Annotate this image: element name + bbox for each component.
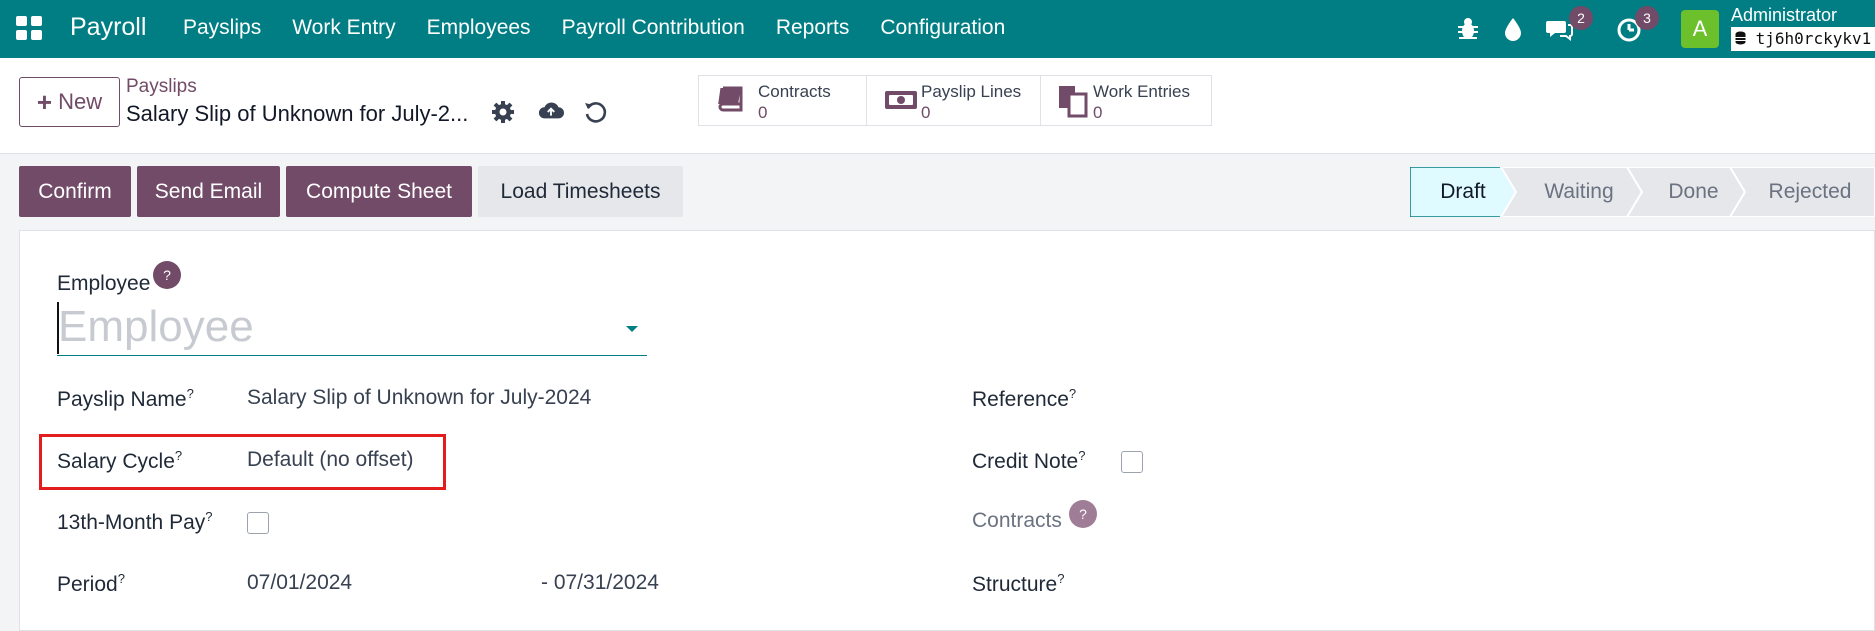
status-rejected[interactable]: Rejected: [1745, 167, 1875, 217]
period-label-text: Period: [57, 573, 118, 596]
confirm-button[interactable]: Confirm: [19, 166, 131, 217]
period-to-field[interactable]: - 07/31/2024: [541, 571, 659, 595]
database-icon: [1735, 31, 1746, 45]
compute-sheet-button[interactable]: Compute Sheet: [286, 166, 472, 217]
salary-cycle-label: Salary Cycle?: [57, 448, 182, 474]
reference-label: Reference?: [972, 386, 1076, 412]
work-entries-count: 0: [1093, 103, 1103, 122]
database-label: tj6h0rckykv1: [1755, 29, 1872, 48]
send-email-button[interactable]: Send Email: [137, 166, 280, 217]
credit-note-label: Credit Note?: [972, 448, 1085, 474]
action-bar: Confirm Send Email Compute Sheet Load Ti…: [0, 155, 1875, 230]
menu-payslips[interactable]: Payslips: [183, 16, 261, 40]
plus-icon: +: [36, 86, 53, 117]
new-button[interactable]: + New: [19, 77, 120, 127]
period-label: Period?: [57, 571, 125, 597]
payslip-name-help[interactable]: ?: [187, 386, 194, 401]
payslip-name-label: Payslip Name?: [57, 386, 194, 412]
payslip-lines-smart-button[interactable]: Payslip Lines 0: [867, 76, 1041, 125]
contracts-count: 0: [758, 103, 768, 122]
status-bar: Draft Waiting Done Rejected: [1410, 167, 1875, 217]
user-name[interactable]: Administrator: [1731, 5, 1837, 26]
breadcrumb[interactable]: Payslips: [126, 76, 197, 98]
main-menu: Payslips Work Entry Employees Payroll Co…: [183, 16, 1036, 40]
form-sheet: Employee ? Employee Payslip Name? Salary…: [19, 230, 1875, 631]
contracts-field-label: Contracts: [972, 509, 1062, 532]
period-help[interactable]: ?: [118, 571, 125, 586]
control-panel: + New Payslips Salary Slip of Unknown for…: [0, 58, 1875, 154]
payslip-lines-label: Payslip Lines: [921, 82, 1022, 101]
messages-badge: 2: [1569, 6, 1593, 30]
money-icon: [885, 91, 917, 109]
employee-label: Employee: [57, 272, 151, 295]
credit-note-label-text: Credit Note: [972, 450, 1079, 473]
gear-icon[interactable]: [490, 99, 516, 125]
droplet-icon[interactable]: [1499, 15, 1527, 43]
menu-work-entry[interactable]: Work Entry: [292, 16, 395, 40]
structure-label-text: Structure: [972, 573, 1058, 596]
employee-placeholder: Employee: [58, 302, 254, 351]
structure-help[interactable]: ?: [1057, 571, 1064, 586]
database-name: tj6h0rckykv1: [1731, 27, 1875, 51]
structure-label: Structure?: [972, 571, 1064, 597]
copy-icon: [1059, 86, 1088, 118]
reference-label-text: Reference: [972, 388, 1069, 411]
status-waiting[interactable]: Waiting: [1516, 167, 1642, 217]
work-entries-smart-button[interactable]: Work Entries 0: [1041, 76, 1211, 125]
thirteenth-month-label-text: 13th-Month Pay: [57, 511, 206, 534]
payslip-lines-count: 0: [921, 103, 931, 122]
menu-configuration[interactable]: Configuration: [880, 16, 1005, 40]
reference-help[interactable]: ?: [1069, 386, 1076, 401]
book-icon: [718, 86, 743, 112]
top-navbar: Payroll Payslips Work Entry Employees Pa…: [0, 0, 1875, 58]
contracts-label: Contracts: [758, 82, 831, 101]
smart-buttons: Contracts 0 Payslip Lines 0 Work Entries…: [698, 75, 1212, 126]
work-entries-label: Work Entries: [1093, 82, 1190, 101]
thirteenth-month-label: 13th-Month Pay?: [57, 509, 213, 535]
new-label: New: [58, 89, 103, 114]
avatar[interactable]: A: [1681, 10, 1719, 48]
menu-reports[interactable]: Reports: [776, 16, 850, 40]
menu-employees[interactable]: Employees: [427, 16, 531, 40]
credit-note-checkbox[interactable]: [1121, 451, 1143, 473]
employee-input[interactable]: Employee: [57, 300, 647, 356]
thirteenth-month-help[interactable]: ?: [205, 509, 212, 524]
payslip-name-label-text: Payslip Name: [57, 388, 187, 411]
discard-icon[interactable]: [582, 99, 608, 125]
contracts-smart-button[interactable]: Contracts 0: [699, 76, 867, 125]
credit-note-help[interactable]: ?: [1078, 448, 1085, 463]
period-from-field[interactable]: 07/01/2024: [247, 571, 352, 595]
activities-badge: 3: [1635, 6, 1659, 30]
apps-menu-icon[interactable]: [16, 16, 42, 40]
thirteenth-month-checkbox[interactable]: [247, 512, 269, 534]
cloud-upload-icon[interactable]: [538, 98, 564, 124]
payslip-name-field[interactable]: Salary Slip of Unknown for July-2024: [247, 386, 591, 410]
load-timesheets-button[interactable]: Load Timesheets: [478, 166, 683, 217]
app-brand[interactable]: Payroll: [70, 13, 146, 42]
salary-cycle-help[interactable]: ?: [175, 448, 182, 463]
chevron-down-icon[interactable]: [626, 326, 638, 332]
menu-payroll-contribution[interactable]: Payroll Contribution: [562, 16, 745, 40]
record-title: Salary Slip of Unknown for July-2...: [126, 101, 469, 126]
bug-icon[interactable]: [1454, 15, 1482, 43]
salary-cycle-label-text: Salary Cycle: [57, 450, 175, 473]
employee-help-icon[interactable]: ?: [153, 261, 181, 289]
status-done[interactable]: Done: [1642, 167, 1745, 217]
salary-cycle-field[interactable]: Default (no offset): [247, 448, 414, 472]
contracts-help-icon[interactable]: ?: [1069, 500, 1097, 528]
status-draft[interactable]: Draft: [1410, 167, 1516, 217]
